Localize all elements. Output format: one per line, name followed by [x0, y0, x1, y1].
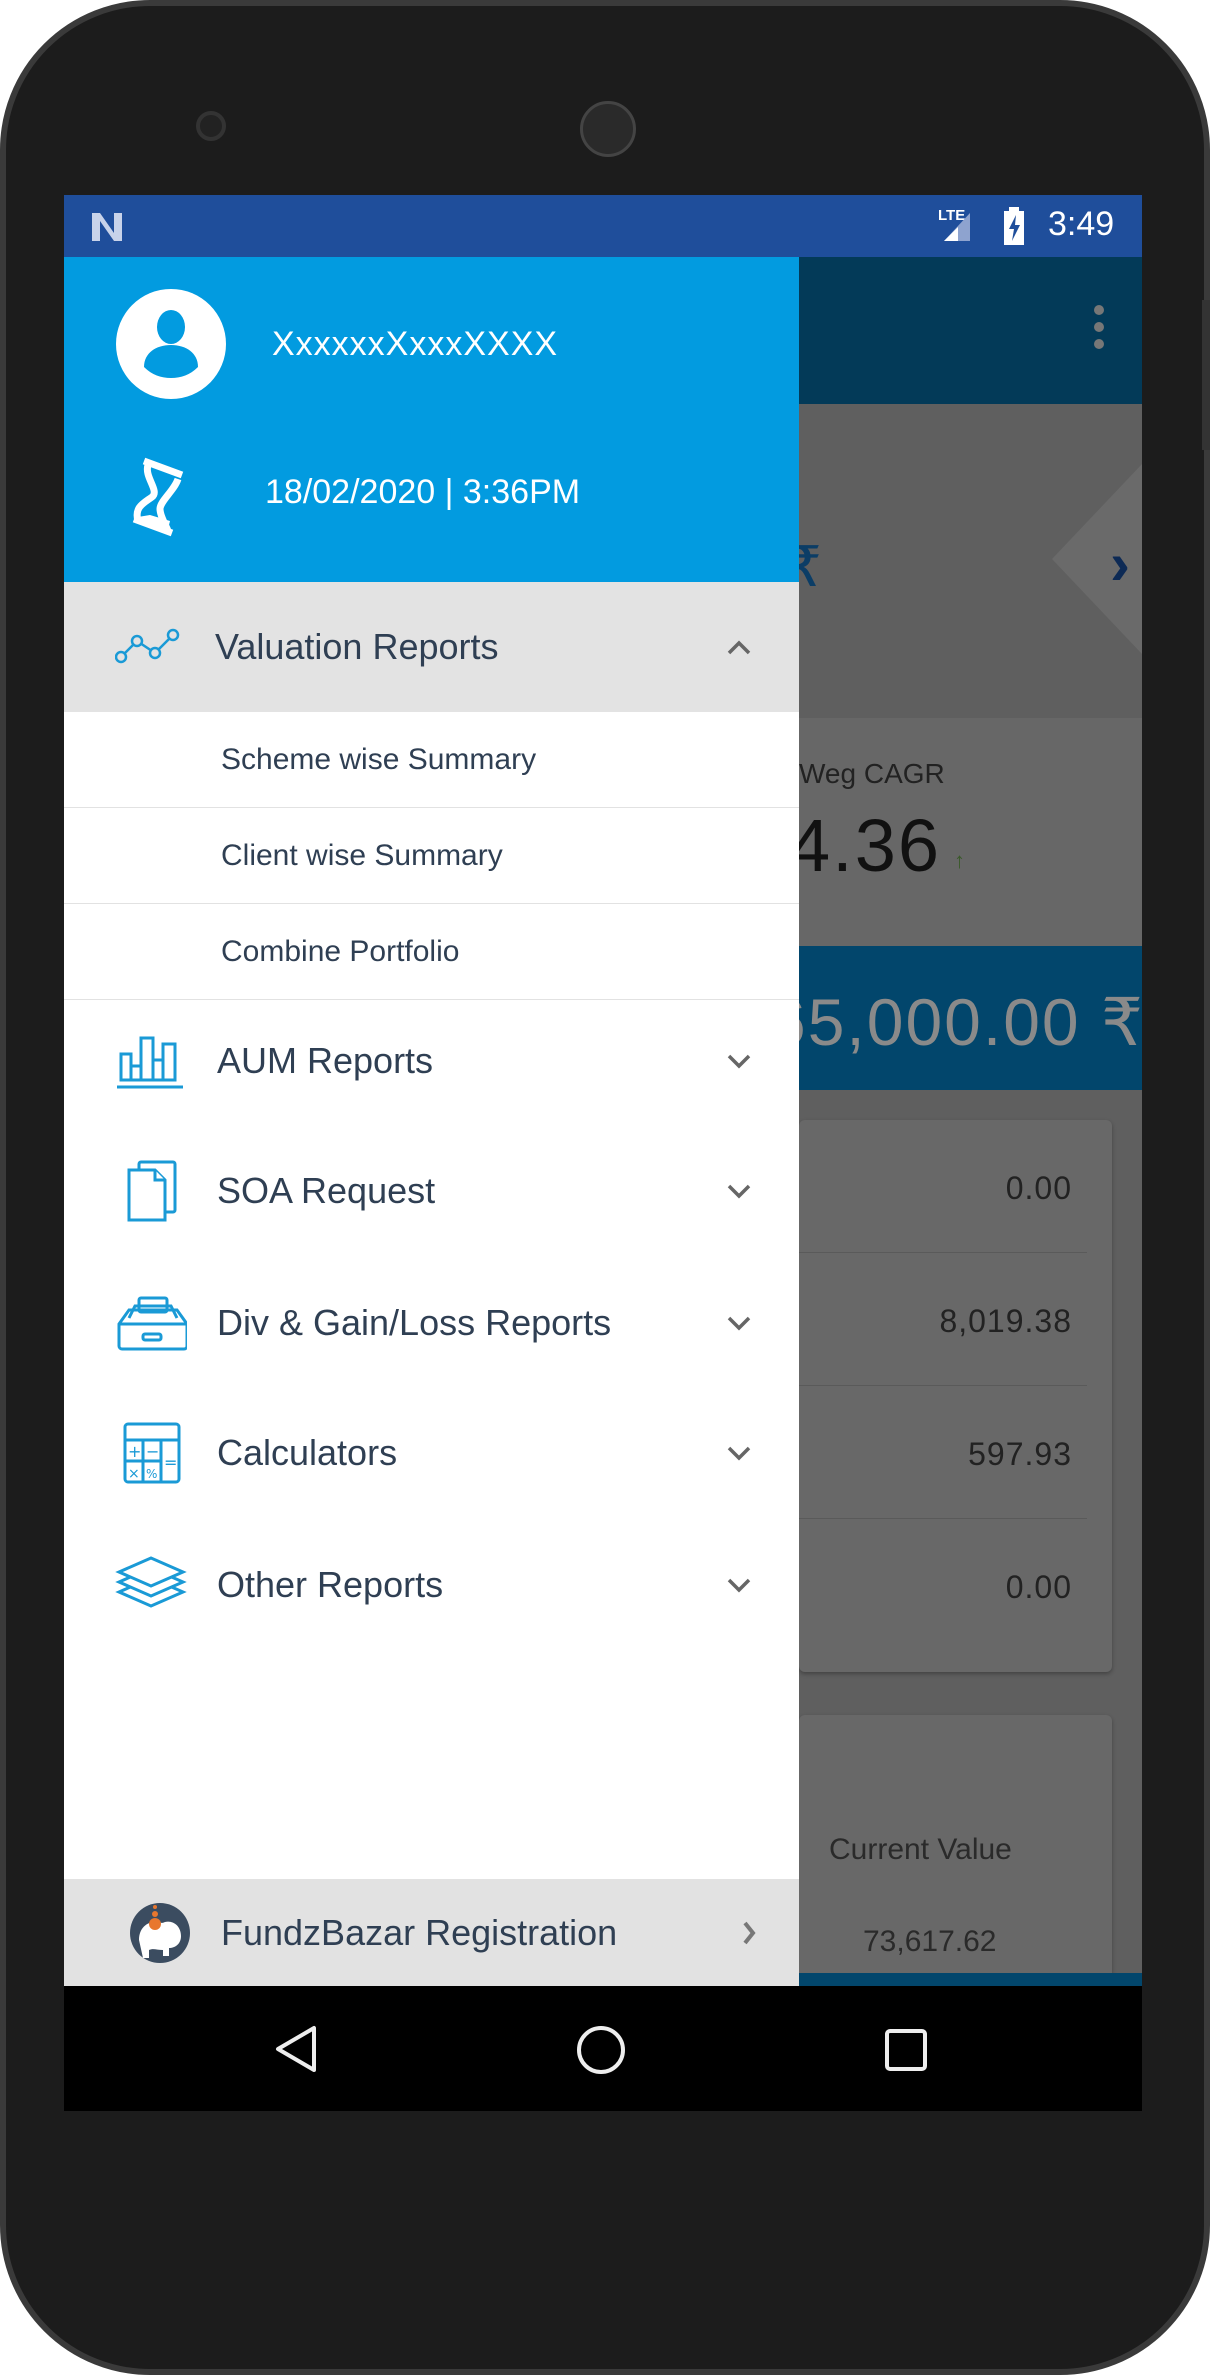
menu-soa-request[interactable]: SOA Request	[64, 1136, 799, 1246]
menu-item-label: Client wise Summary	[221, 838, 503, 872]
drawer-header: XxxxxxXxxxXXXX 18/02/2020 | 3:36PM	[64, 257, 799, 582]
svg-text:%: %	[146, 1467, 157, 1481]
bottom-accent-bar	[799, 1973, 1142, 1986]
last-login-time: 18/02/2020 | 3:36PM	[265, 473, 581, 511]
chevron-right-icon	[743, 1921, 756, 1944]
svg-text:+: +	[128, 1442, 141, 1461]
menu-item-label: Scheme wise Summary	[221, 742, 537, 776]
chevron-right-icon[interactable]: ›	[1110, 529, 1130, 598]
chevron-down-icon	[727, 1578, 751, 1593]
current-value: 73,617.62	[863, 1925, 997, 1958]
clock: 3:49	[1048, 205, 1115, 243]
weg-cagr-value: 4.36	[789, 804, 942, 887]
current-value-card: Current Value 73,617.62	[799, 1715, 1112, 2015]
menu-calculators[interactable]: + − ×% = Calculators	[64, 1398, 799, 1508]
documents-icon	[127, 1160, 177, 1222]
signal-icon	[944, 213, 970, 241]
menu-item-scheme-wise-summary[interactable]: Scheme wise Summary	[64, 712, 799, 808]
menu-aum-reports[interactable]: AUM Reports	[64, 1006, 799, 1116]
home-icon[interactable]	[575, 2024, 627, 2076]
layers-icon	[115, 1556, 187, 1608]
power-button	[1202, 300, 1210, 450]
values-card: 0.00 8,019.38 597.93 0.00	[799, 1120, 1112, 1672]
menu-div-gain-loss-reports[interactable]: Div & Gain/Loss Reports	[64, 1268, 799, 1378]
fundzbazar-registration-button[interactable]: FundzBazar Registration	[64, 1879, 799, 1986]
menu-label: Div & Gain/Loss Reports	[217, 1302, 612, 1343]
calculator-icon: + −× % =	[123, 1422, 181, 1484]
line-chart-icon	[115, 628, 180, 664]
menu-label: AUM Reports	[217, 1040, 434, 1081]
user-avatar-icon[interactable]	[116, 289, 226, 399]
chevron-down-icon	[727, 1446, 751, 1461]
battery-charging-icon	[1004, 207, 1024, 245]
recents-icon[interactable]	[884, 2028, 928, 2072]
back-icon[interactable]	[274, 2024, 320, 2074]
total-amount: 65,000.00 ₹	[769, 985, 1142, 1059]
menu-label: Calculators	[217, 1432, 398, 1473]
current-value-label: Current Value	[829, 1833, 1012, 1866]
fundzbazar-logo	[130, 1902, 190, 1963]
screen: › ₹ Weg CAGR 4.36 ↑ 65,000.00 ₹ 0.00 8,0…	[64, 195, 1142, 2111]
valuation-reports-label: Valuation Reports	[215, 626, 499, 667]
card-value: 8,019.38	[939, 1303, 1072, 1339]
navigation-drawer: XxxxxxXxxxXXXX 18/02/2020 | 3:36PM Valua…	[64, 257, 799, 2111]
menu-label: Other Reports	[217, 1564, 444, 1605]
card-value: 0.00	[1005, 1569, 1072, 1605]
weg-cagr-label: Weg CAGR	[799, 758, 945, 789]
status-bar: LTE 3:49	[64, 195, 1142, 257]
menu-item-combine-portfolio[interactable]: Combine Portfolio	[64, 904, 799, 1000]
front-camera	[196, 111, 226, 141]
system-navigation-bar	[64, 1986, 1142, 2111]
valuation-reports-header[interactable]: Valuation Reports	[64, 582, 799, 712]
menu-item-client-wise-summary[interactable]: Client wise Summary	[64, 808, 799, 904]
user-name: XxxxxxXxxxXXXX	[272, 325, 559, 363]
earpiece-speaker	[580, 101, 636, 157]
card-value: 0.00	[1005, 1170, 1072, 1206]
chevron-down-icon	[727, 1054, 751, 1069]
arrow-up-icon: ↑	[954, 848, 965, 873]
menu-item-label: Combine Portfolio	[221, 934, 460, 968]
svg-text:−: −	[146, 1442, 159, 1461]
menu-other-reports[interactable]: Other Reports	[64, 1530, 799, 1640]
svg-text:=: =	[164, 1453, 177, 1472]
chevron-down-icon	[727, 1316, 751, 1331]
svg-text:×: ×	[128, 1466, 140, 1482]
inbox-tray-icon	[117, 1296, 187, 1351]
menu-label: SOA Request	[217, 1170, 436, 1211]
card-value: 597.93	[968, 1436, 1072, 1472]
chevron-up-icon	[727, 640, 751, 655]
fundzbazar-registration-label: FundzBazar Registration	[221, 1911, 618, 1953]
hourglass-icon	[132, 457, 184, 537]
notification-n-icon	[92, 213, 122, 241]
bar-chart-icon	[117, 1036, 183, 1089]
overflow-menu-icon[interactable]	[1094, 305, 1104, 355]
chevron-down-icon	[727, 1184, 751, 1199]
